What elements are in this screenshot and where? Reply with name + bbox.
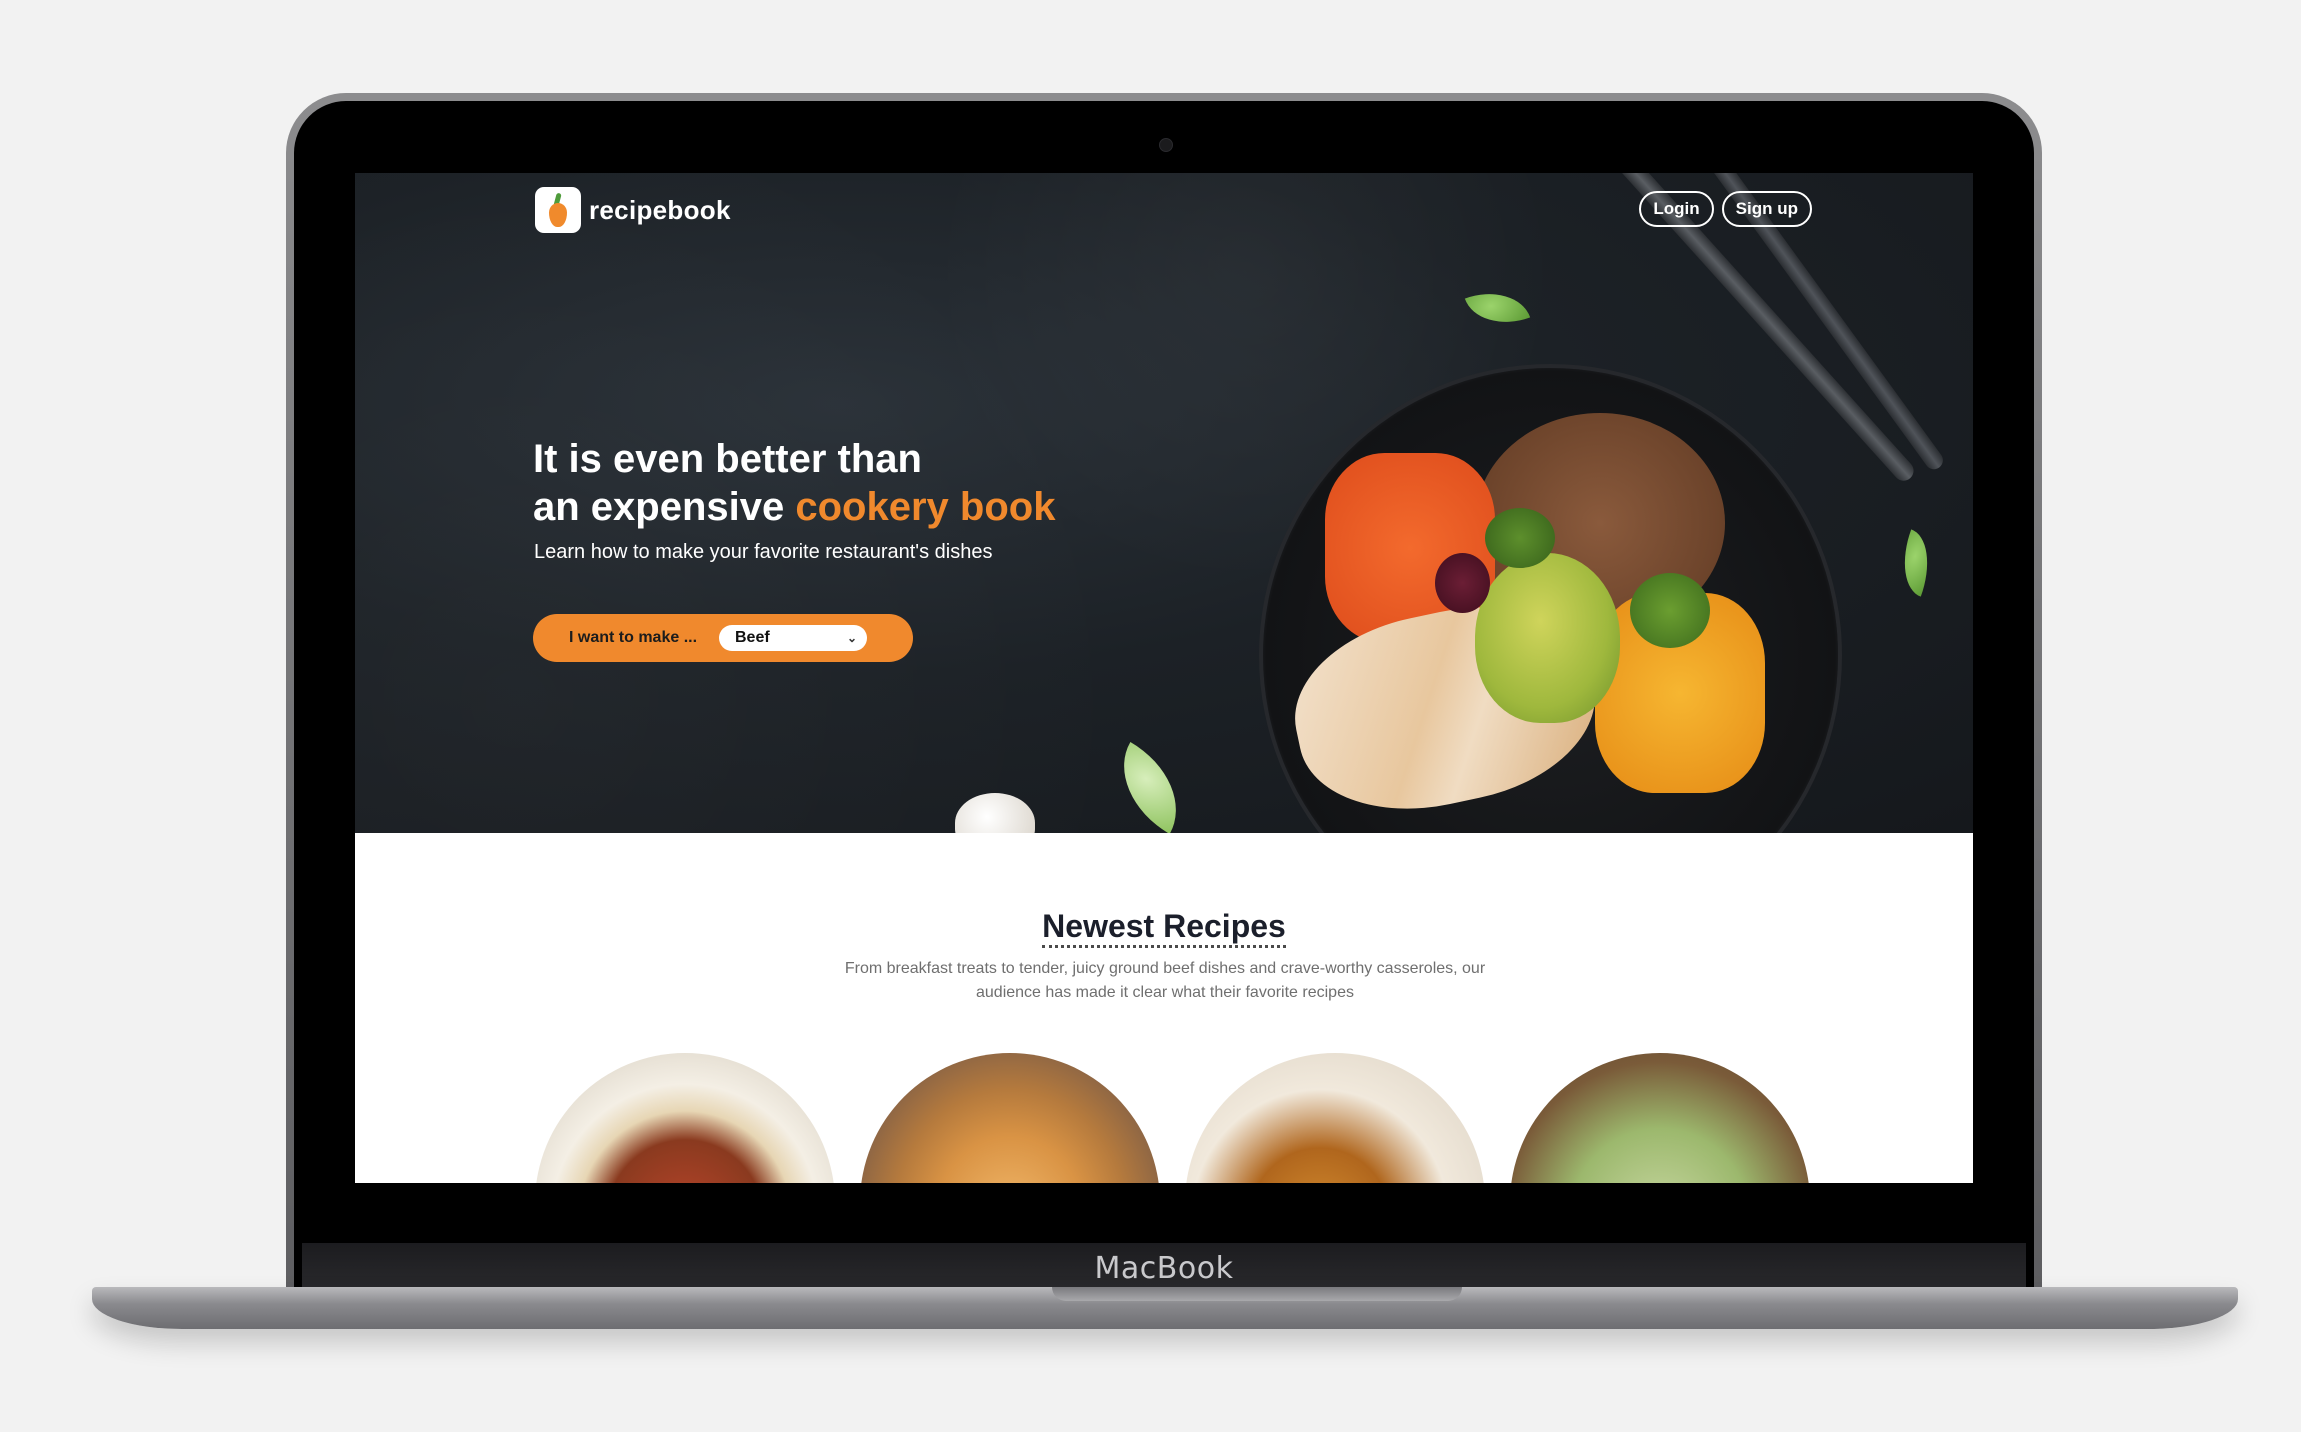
signup-button[interactable]: Sign up bbox=[1721, 191, 1812, 227]
newest-recipes-title: Newest Recipes bbox=[355, 908, 1973, 948]
recipe-card-image[interactable] bbox=[1510, 1053, 1810, 1183]
hero-subheading: Learn how to make your favorite restaura… bbox=[534, 541, 993, 563]
hero-headline: It is even better than an expensive cook… bbox=[533, 435, 1055, 531]
avocado-image bbox=[1475, 553, 1620, 723]
beet-image bbox=[1435, 553, 1490, 613]
device-label: MacBook bbox=[1094, 1250, 1234, 1286]
basil-leaf-image bbox=[1464, 279, 1531, 337]
laptop-chin: MacBook bbox=[302, 1243, 2026, 1293]
make-label: I want to make ... bbox=[569, 629, 698, 646]
basil-leaf-image bbox=[1100, 742, 1200, 833]
make-selector: I want to make ... Beef ⌄ bbox=[533, 614, 913, 662]
dish-dropdown[interactable]: Beef ⌄ bbox=[719, 625, 867, 651]
hero-section: recipebook Login Sign up It is even bett… bbox=[355, 173, 1973, 833]
headline-line-2: an expensive cookery book bbox=[533, 483, 1055, 531]
camera-icon bbox=[1159, 138, 1173, 152]
auth-buttons: Login Sign up bbox=[1639, 191, 1812, 227]
login-button[interactable]: Login bbox=[1639, 191, 1714, 227]
broccoli-image bbox=[1485, 508, 1555, 568]
carrot-logo-icon bbox=[535, 187, 581, 233]
recipe-card-image[interactable] bbox=[1185, 1053, 1485, 1183]
dish-dropdown-value: Beef bbox=[735, 629, 770, 646]
brand-logo[interactable]: recipebook bbox=[535, 187, 731, 233]
laptop-notch bbox=[1052, 1287, 1462, 1301]
headline-prefix: an expensive bbox=[533, 485, 796, 529]
headline-accent: cookery book bbox=[795, 485, 1056, 529]
recipe-card-image[interactable] bbox=[860, 1053, 1160, 1183]
browser-screen: recipebook Login Sign up It is even bett… bbox=[355, 173, 1973, 1183]
laptop-base bbox=[92, 1287, 2238, 1329]
newest-recipes-description: From breakfast treats to tender, juicy g… bbox=[844, 960, 1486, 1001]
chevron-down-icon: ⌄ bbox=[846, 631, 857, 645]
headline-line-1: It is even better than bbox=[533, 437, 922, 481]
recipe-card-image[interactable] bbox=[535, 1053, 835, 1183]
brand-name: recipebook bbox=[589, 194, 731, 225]
garlic-image bbox=[955, 793, 1035, 833]
basil-leaf-image bbox=[1890, 529, 1942, 597]
broccoli-image bbox=[1630, 573, 1710, 648]
